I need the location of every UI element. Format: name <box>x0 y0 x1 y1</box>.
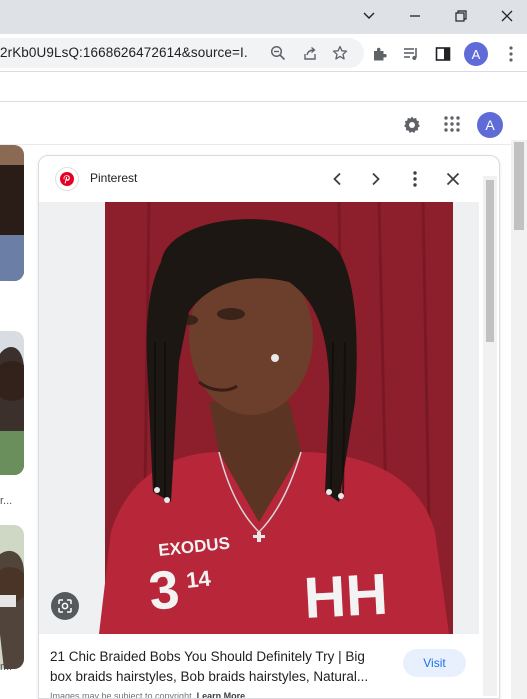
copyright-text: Images may be subject to copyright. <box>50 691 195 699</box>
url-text[interactable]: 2rKb0U9LsQ:1668626472614&source=I... <box>0 45 248 61</box>
media-control-icon[interactable] <box>401 44 421 64</box>
shirt-superscript: 14 <box>185 565 213 593</box>
shirt-number: 3 <box>146 559 182 622</box>
share-icon[interactable] <box>302 45 318 61</box>
result-thumbnail[interactable] <box>0 525 24 669</box>
close-preview-icon[interactable] <box>443 169 463 189</box>
source-name[interactable]: Pinterest <box>90 171 137 185</box>
browser-window: 2rKb0U9LsQ:1668626472614&source=I... A A… <box>0 0 527 699</box>
title-bar <box>0 0 527 34</box>
google-apps-icon[interactable] <box>443 115 461 138</box>
previous-image-icon[interactable] <box>327 169 347 189</box>
zoom-icon[interactable] <box>270 45 286 61</box>
secondary-bar <box>0 72 527 102</box>
bookmark-star-icon[interactable] <box>332 45 348 61</box>
preview-header: Pinterest <box>39 156 499 202</box>
chrome-menu-icon[interactable] <box>501 44 521 64</box>
extensions-puzzle-icon[interactable] <box>370 44 390 64</box>
preview-image[interactable]: EXODUS 3 14 HH <box>39 202 479 634</box>
image-preview-panel: Pinterest EXODUS 3 14 HH 21 Chic Braided… <box>38 155 500 699</box>
visit-button[interactable]: Visit <box>403 649 466 677</box>
pinterest-logo-icon <box>55 167 79 191</box>
close-window-icon[interactable] <box>484 0 527 32</box>
preview-scrollbar-thumb[interactable] <box>486 180 494 342</box>
image-title[interactable]: 21 Chic Braided Bobs You Should Definite… <box>50 647 390 687</box>
result-thumbnail[interactable] <box>0 331 24 475</box>
address-bar[interactable]: 2rKb0U9LsQ:1668626472614&source=I... <box>0 38 364 68</box>
page-scrollbar-thumb[interactable] <box>514 142 524 230</box>
side-panel-icon[interactable] <box>433 44 453 64</box>
settings-gear-icon[interactable] <box>402 115 422 140</box>
minimize-icon[interactable] <box>392 0 438 32</box>
more-options-icon[interactable] <box>405 169 425 189</box>
google-account-avatar[interactable]: A <box>477 112 503 138</box>
google-lens-icon[interactable] <box>51 592 79 620</box>
profile-avatar[interactable]: A <box>464 42 488 66</box>
result-thumbnail[interactable] <box>0 145 24 281</box>
restore-icon[interactable] <box>438 0 484 32</box>
learn-more-link[interactable]: Learn More <box>197 691 246 698</box>
next-image-icon[interactable] <box>366 169 386 189</box>
result-caption: r... <box>0 495 13 507</box>
shirt-letters: HH <box>302 562 389 631</box>
copyright-notice: Images may be subject to copyright. Lear… <box>50 691 246 699</box>
results-strip: r... r... <box>0 145 30 699</box>
result-caption: r... <box>0 661 13 673</box>
tab-search-icon[interactable] <box>346 0 392 32</box>
